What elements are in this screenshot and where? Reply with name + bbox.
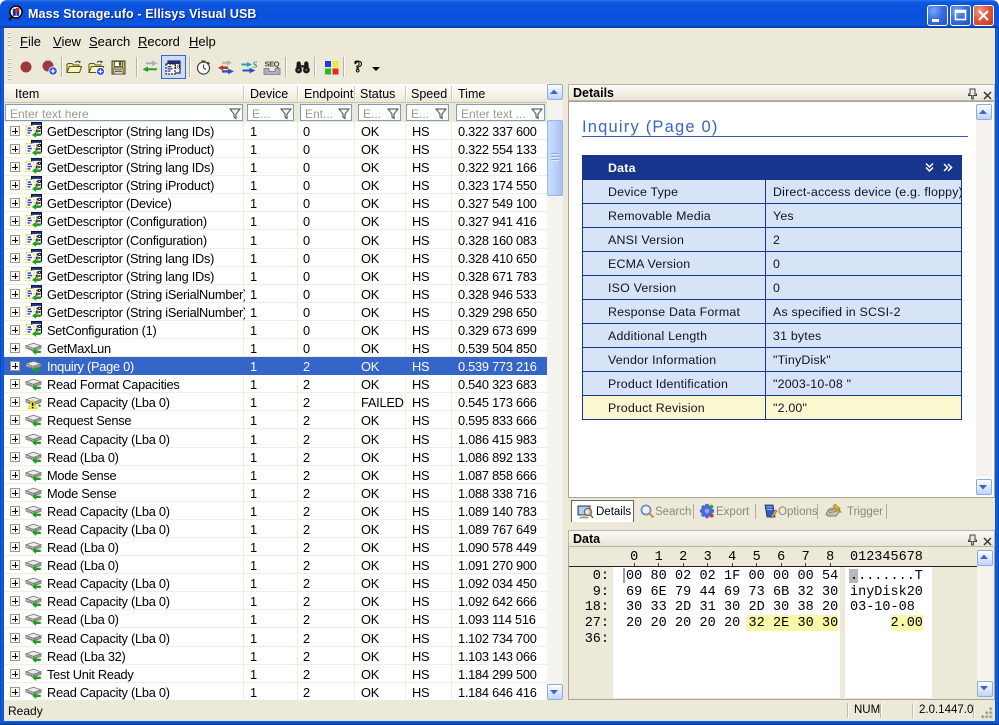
svg-text:SEQ: SEQ (265, 60, 280, 69)
svg-text:S: S (253, 60, 258, 70)
svg-text:?: ? (354, 57, 363, 76)
